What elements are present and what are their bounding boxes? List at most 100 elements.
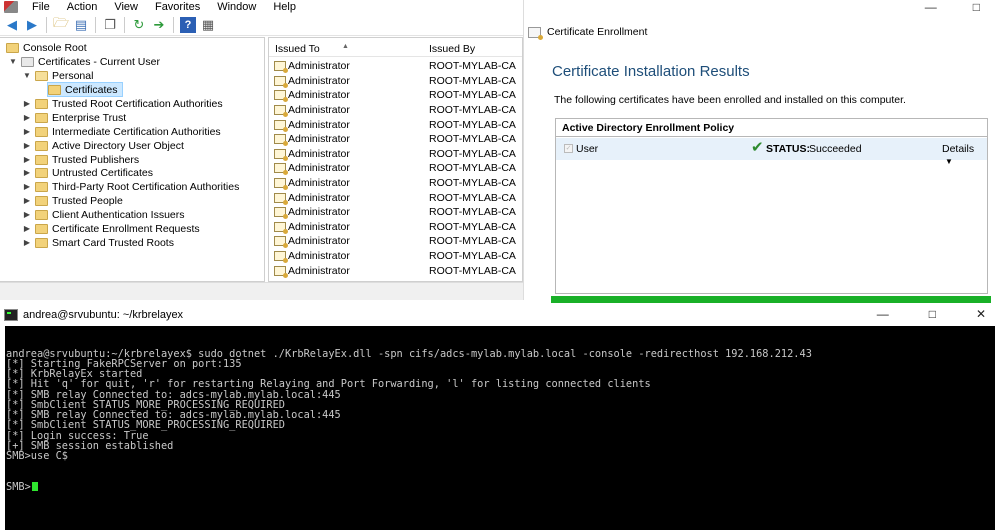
certificate-list: ▲ Issued To Issued By Administrator ROOT-… — [268, 37, 523, 282]
terminal-output[interactable]: andrea@srvubuntu:~/krbrelayex$ sudo dotn… — [5, 326, 995, 530]
terminal-lines: andrea@srvubuntu:~/krbrelayex$ sudo dotn… — [6, 348, 995, 462]
table-row[interactable]: Administrator ROOT-MYLAB-CA — [269, 234, 522, 249]
tree-item-enrollment-requests[interactable]: ▶ Certificate Enrollment Requests — [22, 222, 200, 235]
tree-item-certificates-current-user[interactable]: ▼ Certificates - Current User — [8, 55, 160, 68]
certificate-enrollment-window: — □ Certificate Enrollment Certificate I… — [523, 0, 1000, 300]
chevron-right-icon[interactable]: ▶ — [22, 168, 32, 177]
chevron-right-icon[interactable]: ▶ — [22, 224, 32, 233]
tree-item-client-auth-issuers[interactable]: ▶ Client Authentication Issuers — [22, 208, 185, 221]
terminal-line: [*] SmbClient STATUS_MORE_PROCESSING_REQ… — [6, 419, 285, 432]
table-row[interactable]: Administrator ROOT-MYLAB-CA — [269, 103, 522, 118]
certificate-icon — [274, 163, 288, 176]
issued-by-cell: ROOT-MYLAB-CA — [429, 133, 516, 146]
chevron-down-icon[interactable]: ▼ — [22, 71, 32, 80]
folder-icon — [35, 223, 48, 234]
tree-item-console-root[interactable]: Console Root — [6, 41, 87, 54]
column-issued-to[interactable]: Issued To — [275, 43, 320, 55]
tree-item-personal[interactable]: ▼ Personal — [22, 69, 93, 82]
table-row[interactable]: Administrator ROOT-MYLAB-CA — [269, 205, 522, 220]
maximize-icon[interactable]: □ — [929, 307, 936, 321]
chevron-right-icon[interactable]: ▶ — [22, 155, 32, 164]
table-row[interactable]: Administrator ROOT-MYLAB-CA — [269, 176, 522, 191]
chevron-right-icon[interactable]: ▶ — [22, 196, 32, 205]
table-row[interactable]: Administrator ROOT-MYLAB-CA — [269, 74, 522, 89]
up-folder-icon[interactable]: 🗁 — [53, 15, 69, 33]
chevron-right-icon[interactable]: ▶ — [22, 127, 32, 136]
tree-item-smart-card-roots[interactable]: ▶ Smart Card Trusted Roots — [22, 236, 174, 249]
menu-file[interactable]: File — [24, 0, 59, 14]
mmc-window: File Action View Favorites Window Help ◀… — [0, 0, 523, 300]
table-row[interactable]: Administrator ROOT-MYLAB-CA — [269, 220, 522, 235]
table-row[interactable]: Administrator ROOT-MYLAB-CA — [269, 249, 522, 264]
certificate-icon — [274, 75, 288, 88]
tree-item-certificates[interactable]: Certificates — [47, 82, 123, 97]
status-label: STATUS: — [766, 143, 810, 155]
tree-item-trusted-root-ca[interactable]: ▶ Trusted Root Certification Authorities — [22, 97, 223, 110]
folder-icon — [35, 167, 48, 178]
table-row[interactable]: Administrator ROOT-MYLAB-CA — [269, 161, 522, 176]
tree-item-enterprise-trust[interactable]: ▶ Enterprise Trust — [22, 111, 126, 124]
folder-icon — [48, 84, 61, 95]
certificate-store-icon — [21, 56, 34, 67]
minimize-icon[interactable]: — — [925, 0, 937, 14]
help-icon[interactable]: ? — [180, 16, 196, 33]
maximize-icon[interactable]: □ — [973, 0, 980, 14]
page-description: The following certificates have been enr… — [554, 94, 906, 106]
chevron-right-icon[interactable]: ▶ — [22, 182, 32, 191]
chevron-right-icon[interactable]: ▶ — [22, 210, 32, 219]
chevron-right-icon[interactable]: ▶ — [22, 141, 32, 150]
close-icon[interactable]: ✕ — [976, 307, 986, 321]
issued-to-cell: Administrator — [288, 89, 350, 102]
chevron-right-icon[interactable]: ▶ — [22, 113, 32, 122]
details-button[interactable]: Details ▼ — [942, 143, 987, 167]
tree-item-ad-user-object[interactable]: ▶ Active Directory User Object — [22, 139, 184, 152]
user-checkbox[interactable]: ✓ — [564, 144, 573, 153]
certificate-icon — [274, 148, 288, 161]
tree-item-label: Certificate Enrollment Requests — [52, 222, 200, 235]
tree-item-trusted-people[interactable]: ▶ Trusted People — [22, 194, 123, 207]
export-list-icon[interactable]: ➔ — [151, 17, 167, 33]
menu-view[interactable]: View — [106, 0, 147, 14]
tree-item-label: Active Directory User Object — [52, 139, 184, 152]
show-hide-tree-icon[interactable]: ▤ — [73, 17, 89, 33]
issued-by-cell: ROOT-MYLAB-CA — [429, 162, 516, 175]
tree-item-trusted-publishers[interactable]: ▶ Trusted Publishers — [22, 153, 139, 166]
certificate-icon — [274, 119, 288, 132]
table-row[interactable]: Administrator ROOT-MYLAB-CA — [269, 190, 522, 205]
refresh-icon[interactable]: ↻ — [131, 17, 147, 33]
back-arrow-icon[interactable]: ◀ — [4, 17, 20, 33]
menu-window[interactable]: Window — [209, 0, 265, 14]
tree-item-label: Certificates - Current User — [38, 55, 160, 68]
tree-item-untrusted-certificates[interactable]: ▶ Untrusted Certificates — [22, 166, 153, 179]
properties-icon[interactable]: ▦ — [200, 17, 216, 33]
toolbar-divider — [95, 16, 96, 33]
issued-by-cell: ROOT-MYLAB-CA — [429, 118, 516, 131]
chevron-right-icon[interactable]: ▶ — [22, 99, 32, 108]
table-row[interactable]: Administrator ROOT-MYLAB-CA — [269, 132, 522, 147]
menu-action[interactable]: Action — [59, 0, 107, 14]
table-row[interactable]: Administrator ROOT-MYLAB-CA — [269, 147, 522, 162]
issued-to-cell: Administrator — [288, 206, 350, 219]
table-row[interactable]: Administrator ROOT-MYLAB-CA — [269, 59, 522, 74]
chevron-down-icon[interactable]: ▼ — [8, 57, 18, 66]
forward-arrow-icon[interactable]: ▶ — [24, 17, 40, 33]
table-row[interactable]: Administrator ROOT-MYLAB-CA — [269, 88, 522, 103]
folder-icon — [35, 181, 48, 192]
minimize-icon[interactable]: — — [877, 307, 889, 321]
certificate-icon — [274, 265, 288, 278]
folder-icon — [35, 154, 48, 165]
terminal-prompt-line[interactable]: SMB> — [6, 481, 995, 492]
table-row[interactable]: Administrator ROOT-MYLAB-CA — [269, 263, 522, 278]
menu-favorites[interactable]: Favorites — [147, 0, 209, 14]
issued-by-cell: ROOT-MYLAB-CA — [429, 104, 516, 117]
tree-item-third-party-root-ca[interactable]: ▶ Third-Party Root Certification Authori… — [22, 180, 239, 193]
terminal-line: [*] Hit 'q' for quit, 'r' for restarting… — [6, 378, 651, 391]
terminal-line: SMB>use C$ — [6, 450, 68, 462]
table-row[interactable]: Administrator ROOT-MYLAB-CA — [269, 117, 522, 132]
tree-item-label: Personal — [52, 69, 94, 82]
tree-item-intermediate-ca[interactable]: ▶ Intermediate Certification Authorities — [22, 125, 221, 138]
copy-icon[interactable]: ❐ — [102, 17, 118, 33]
chevron-right-icon[interactable]: ▶ — [22, 238, 32, 247]
menu-help[interactable]: Help — [265, 0, 305, 14]
column-issued-by[interactable]: Issued By — [429, 43, 475, 55]
